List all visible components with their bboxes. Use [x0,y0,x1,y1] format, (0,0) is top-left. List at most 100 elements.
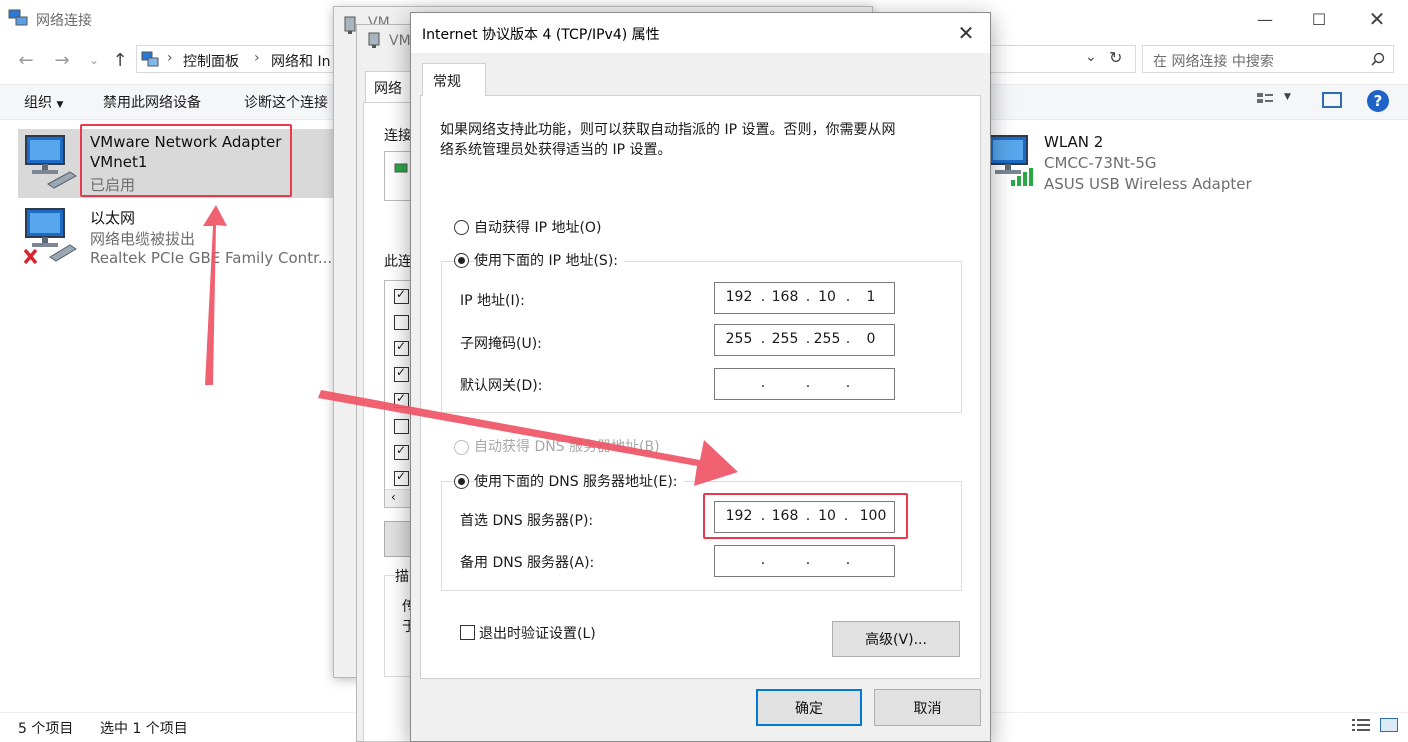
adapter-icon [368,32,380,48]
adapter-name: WLAN 2 [1044,133,1104,151]
ip-dot: . [845,375,851,391]
chevron-down-icon[interactable]: ⌄ [1085,49,1097,65]
mask-octet: 0 [866,331,876,347]
alternate-dns-field[interactable]: . . . [714,545,895,577]
preview-pane-icon[interactable] [1322,92,1342,108]
advanced-button[interactable]: 高级(V)... [832,621,960,657]
details-view-icon[interactable] [1352,718,1370,732]
ip-dot: . [845,552,851,568]
validate-checkbox[interactable] [460,625,475,640]
breadcrumb-control-panel[interactable]: 控制面板 [183,51,239,71]
ok-button[interactable]: 确定 [756,689,862,726]
manual-ip-label[interactable]: 使用下面的 IP 地址(S): [474,250,624,270]
subnet-mask-label: 子网掩码(U): [460,336,542,352]
intro-text: 如果网络支持此功能，则可以获取自动指派的 IP 设置。否则，你需要从网 [440,122,896,138]
auto-dns-label[interactable]: 自动获得 DNS 服务器地址(B) [474,436,660,456]
mask-octet: 255 [813,331,841,347]
forward-arrow-icon[interactable]: → [50,48,74,72]
adapter-device: Realtek PCIe GBE Family Contr... [90,249,333,267]
manual-dns-radio[interactable] [454,474,469,489]
organize-menu[interactable]: 组织 ▼ [24,92,63,112]
dialog-title: VM [389,33,411,49]
selected-count: 选中 1 个项目 [100,721,188,737]
mask-octet: 255 [725,331,753,347]
component-checkbox[interactable]: ✓ [394,339,409,356]
minimize-button[interactable]: — [1238,0,1292,38]
search-placeholder: 在 网络连接 中搜索 [1153,54,1274,70]
component-checkbox[interactable]: ✓ [394,365,409,382]
search-icon [1371,52,1385,66]
ip-dot: . [845,289,851,305]
organize-label: 组织 [24,95,52,111]
ip-dot: . [760,552,766,568]
close-button[interactable]: ✕ [1350,0,1404,38]
gateway-field[interactable]: . . . [714,368,895,400]
alternate-dns-label: 备用 DNS 服务器(A): [460,555,595,571]
auto-ip-label[interactable]: 自动获得 IP 地址(O) [474,217,601,237]
ip-octet: 192 [725,289,753,305]
arrow-up [203,205,227,385]
auto-dns-radio[interactable] [454,440,469,455]
adapter-status: CMCC-73Nt-5G [1044,154,1157,172]
adapter-status: 网络电缆被拔出 [90,230,196,248]
close-icon[interactable]: ✕ [951,19,981,47]
connect-using-label: 连接 [384,128,412,144]
network-connections-icon [8,9,28,26]
description-label: 描 [395,566,409,586]
help-icon[interactable]: ? [1367,90,1389,112]
preferred-dns-label: 首选 DNS 服务器(P): [460,513,594,529]
nic-icon [394,163,408,173]
component-checkbox[interactable]: ✓ [394,391,409,408]
maximize-button[interactable]: ☐ [1292,0,1346,38]
component-checkbox[interactable]: ✓ [394,469,409,486]
diagnose-button[interactable]: 诊断这个连接 [244,92,328,112]
adapter-name-line2: VMnet1 [90,153,148,171]
subnet-mask-field[interactable]: 255. 255. 255. 0 [714,324,895,356]
uses-items-label: 此连 [384,254,412,270]
adapter-name: 以太网 [90,209,136,227]
chevron-right-icon: › [254,50,260,66]
wlan-adapter-icon[interactable] [985,132,1043,192]
component-checkbox[interactable] [394,419,409,434]
dialog-title: Internet 协议版本 4 (TCP/IPv4) 属性 [422,27,660,43]
validate-label[interactable]: 退出时验证设置(L) [479,623,596,643]
intro-text-line2: 络系统管理员处获得适当的 IP 设置。 [440,142,672,158]
disable-device-button[interactable]: 禁用此网络设备 [103,92,201,112]
tab-general[interactable]: 常规 [422,63,486,96]
recent-chevron-icon[interactable]: ⌄ [82,48,106,72]
ethernet-adapter-icon[interactable] [22,205,80,265]
breadcrumb-network[interactable]: 网络和 In [271,51,330,71]
ip-address-field[interactable]: 192. 168. 10. 1 [714,282,895,314]
auto-ip-radio[interactable] [454,220,469,235]
chevron-right-icon: › [167,50,173,66]
back-arrow-icon[interactable]: ← [14,48,38,72]
ip-octet: 168 [771,289,799,305]
view-options-icon[interactable] [1256,92,1274,108]
search-input[interactable]: 在 网络连接 中搜索 [1142,45,1394,73]
component-checkbox[interactable]: ✓ [394,443,409,460]
large-icons-view-icon[interactable] [1380,718,1398,732]
adapter-name: VMware Network Adapter [90,133,282,151]
component-checkbox[interactable] [394,315,409,330]
ipv4-properties-dialog: Internet 协议版本 4 (TCP/IPv4) 属性 ✕ 常规 如果网络支… [410,12,991,742]
view-dropdown-icon[interactable]: ▼ [1284,92,1291,102]
ip-dot: . [845,331,851,347]
gateway-label: 默认网关(D): [460,378,543,394]
manual-dns-label[interactable]: 使用下面的 DNS 服务器地址(E): [474,471,684,491]
cancel-button[interactable]: 取消 [874,689,981,726]
component-checkbox[interactable]: ✓ [394,287,409,304]
manual-ip-radio[interactable] [454,253,469,268]
adapter-device: ASUS USB Wireless Adapter [1044,175,1252,193]
network-adapter-icon [25,135,77,189]
refresh-icon[interactable]: ↻ [1109,48,1122,67]
adapter-status: 已启用 [90,176,136,194]
ip-dot: . [760,375,766,391]
mask-octet: 255 [771,331,799,347]
ip-dot: . [805,375,811,391]
ip-octet: 10 [818,289,836,305]
item-count: 5 个项目 [18,721,74,737]
ip-address-label: IP 地址(I): [460,293,525,309]
up-arrow-icon[interactable]: ↑ [108,48,132,72]
control-panel-icon [141,51,159,67]
tab-network[interactable]: 网络 [365,71,415,103]
